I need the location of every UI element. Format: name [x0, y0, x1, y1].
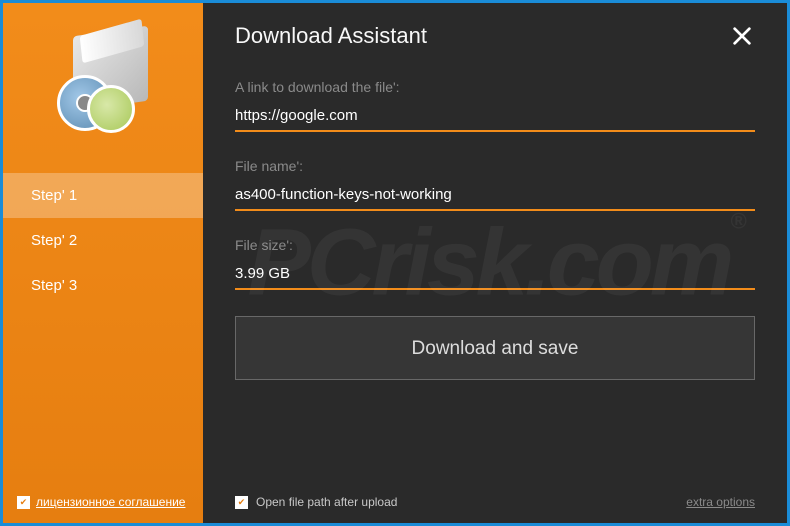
link-label: A link to download the file': — [235, 79, 755, 95]
open-path-row: ✔ Open file path after upload — [235, 495, 397, 509]
license-row: ✔ лицензионное соглашение — [17, 495, 193, 509]
title-row: Download Assistant — [235, 23, 755, 49]
open-path-checkbox[interactable]: ✔ — [235, 496, 248, 509]
bottom-row: ✔ Open file path after upload extra opti… — [235, 495, 755, 509]
open-path-label: Open file path after upload — [256, 495, 397, 509]
sidebar-icon-area — [3, 3, 203, 153]
close-button[interactable] — [729, 23, 755, 49]
page-title: Download Assistant — [235, 23, 427, 49]
link-input[interactable] — [235, 107, 755, 132]
filename-label: File name': — [235, 158, 755, 174]
download-save-button[interactable]: Download and save — [235, 316, 755, 380]
steps-list: Step' 1 Step' 2 Step' 3 — [3, 173, 203, 308]
step-1[interactable]: Step' 1 — [3, 173, 203, 218]
field-size: File size': — [235, 237, 755, 290]
installer-box-icon — [53, 31, 153, 126]
filesize-label: File size': — [235, 237, 755, 253]
step-3[interactable]: Step' 3 — [3, 263, 203, 308]
filesize-input[interactable] — [235, 265, 755, 290]
license-checkbox[interactable]: ✔ — [17, 496, 30, 509]
download-assistant-window: Step' 1 Step' 2 Step' 3 ✔ лицензионное с… — [0, 0, 790, 526]
filename-input[interactable] — [235, 186, 755, 211]
step-2[interactable]: Step' 2 — [3, 218, 203, 263]
close-icon — [731, 25, 753, 47]
sidebar: Step' 1 Step' 2 Step' 3 ✔ лицензионное с… — [3, 3, 203, 523]
field-link: A link to download the file': — [235, 79, 755, 132]
license-link[interactable]: лицензионное соглашение — [36, 495, 185, 509]
main-panel: PCrisk.com® Download Assistant A link to… — [203, 3, 787, 523]
field-name: File name': — [235, 158, 755, 211]
extra-options-link[interactable]: extra options — [686, 495, 755, 509]
